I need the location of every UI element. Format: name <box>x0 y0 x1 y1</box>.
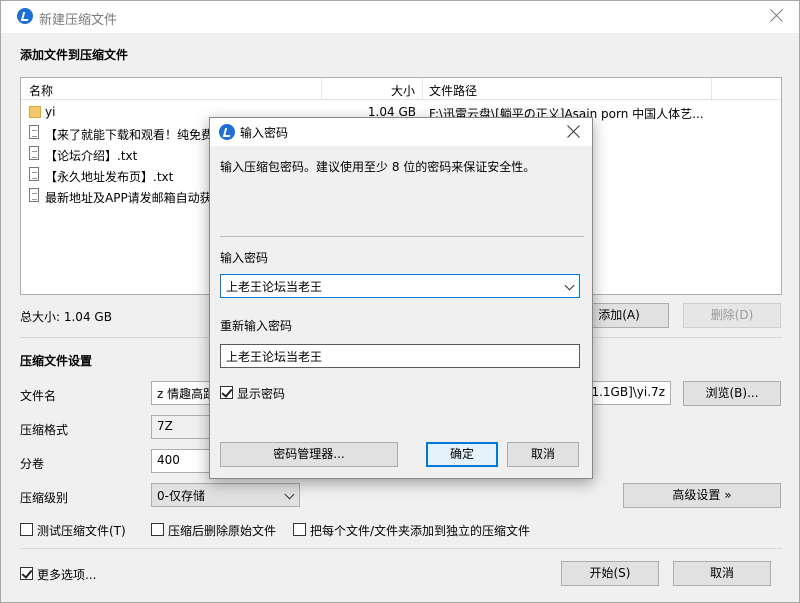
filename-label: 文件名 <box>20 389 57 403</box>
column-divider[interactable] <box>422 78 423 100</box>
delete-button[interactable]: 删除(D) <box>683 303 781 328</box>
dialog-description-area: 输入压缩包密码。建议使用至少 8 位的密码来保证安全性。 <box>210 146 592 236</box>
dialog-description: 输入压缩包密码。建议使用至少 8 位的密码来保证安全性。 <box>220 160 536 174</box>
more-options-label[interactable]: 更多选项... <box>37 566 96 583</box>
settings-heading: 压缩文件设置 <box>20 354 93 368</box>
add-files-heading: 添加文件到压缩文件 <box>20 48 129 62</box>
column-name[interactable]: 名称 <box>29 82 53 99</box>
text-file-icon <box>29 167 39 181</box>
password-label: 输入密码 <box>220 251 269 265</box>
total-size: 总大小: 1.04 GB <box>20 310 112 324</box>
divider <box>220 236 584 237</box>
test-checkbox[interactable] <box>20 523 33 536</box>
column-path[interactable]: 文件路径 <box>429 82 477 99</box>
level-label: 压缩级别 <box>20 491 69 505</box>
show-password-label[interactable]: 显示密码 <box>237 385 285 402</box>
column-divider[interactable] <box>321 78 322 100</box>
level-select[interactable]: 0-仅存储 <box>151 483 300 507</box>
delete-after-checkbox[interactable] <box>151 523 164 536</box>
format-label: 压缩格式 <box>20 423 69 437</box>
text-file-icon <box>29 188 39 202</box>
level-value: 0-仅存储 <box>157 489 205 503</box>
dialog-close-icon[interactable] <box>566 123 582 139</box>
text-file-icon <box>29 125 39 139</box>
start-button[interactable]: 开始(S) <box>561 561 659 586</box>
text-file-icon <box>29 146 39 160</box>
confirm-password-label: 重新输入密码 <box>220 319 293 333</box>
folder-icon <box>29 106 41 118</box>
chevron-down-icon <box>284 489 295 500</box>
test-label[interactable]: 测试压缩文件(T) <box>37 522 126 539</box>
split-label: 分卷 <box>20 457 45 471</box>
cancel-button[interactable]: 取消 <box>673 561 771 586</box>
window-title: 新建压缩文件 <box>39 13 118 28</box>
dialog-title: 输入密码 <box>240 126 289 140</box>
separate-archives-checkbox[interactable] <box>293 523 306 536</box>
password-manager-button[interactable]: 密码管理器... <box>220 442 398 467</box>
show-password-checkbox[interactable] <box>220 386 233 399</box>
more-options-checkbox[interactable] <box>20 567 33 580</box>
password-dialog: 输入密码 输入压缩包密码。建议使用至少 8 位的密码来保证安全性。 输入密码 上… <box>209 117 593 479</box>
column-divider[interactable] <box>711 78 712 100</box>
filename-value-right: P1.1GB]\yi.7z <box>584 385 665 399</box>
separate-archives-label[interactable]: 把每个文件/文件夹添加到独立的压缩文件 <box>310 522 530 539</box>
title-bar: 新建压缩文件 <box>1 1 799 33</box>
delete-after-label[interactable]: 压缩后删除原始文件 <box>168 522 276 539</box>
confirm-password-field[interactable]: 上老王论坛当老王 <box>220 344 580 368</box>
app-logo-icon <box>219 124 235 140</box>
ok-button[interactable]: 确定 <box>426 442 498 467</box>
close-icon[interactable] <box>769 7 785 23</box>
chevron-down-icon[interactable] <box>564 280 575 291</box>
dialog-title-bar: 输入密码 <box>210 118 592 146</box>
app-logo-icon <box>17 8 33 24</box>
divider <box>20 548 782 549</box>
advanced-button[interactable]: 高级设置 » <box>623 483 781 508</box>
password-value: 上老王论坛当老王 <box>226 280 323 294</box>
filename-value-left: z 情趣高跟 <box>157 387 216 401</box>
browse-button[interactable]: 浏览(B)... <box>683 381 781 406</box>
password-field[interactable]: 上老王论坛当老王 <box>220 274 580 298</box>
column-size[interactable]: 大小 <box>391 82 415 99</box>
dialog-cancel-button[interactable]: 取消 <box>507 442 579 467</box>
file-list-header: 名称 大小 文件路径 <box>21 78 781 100</box>
